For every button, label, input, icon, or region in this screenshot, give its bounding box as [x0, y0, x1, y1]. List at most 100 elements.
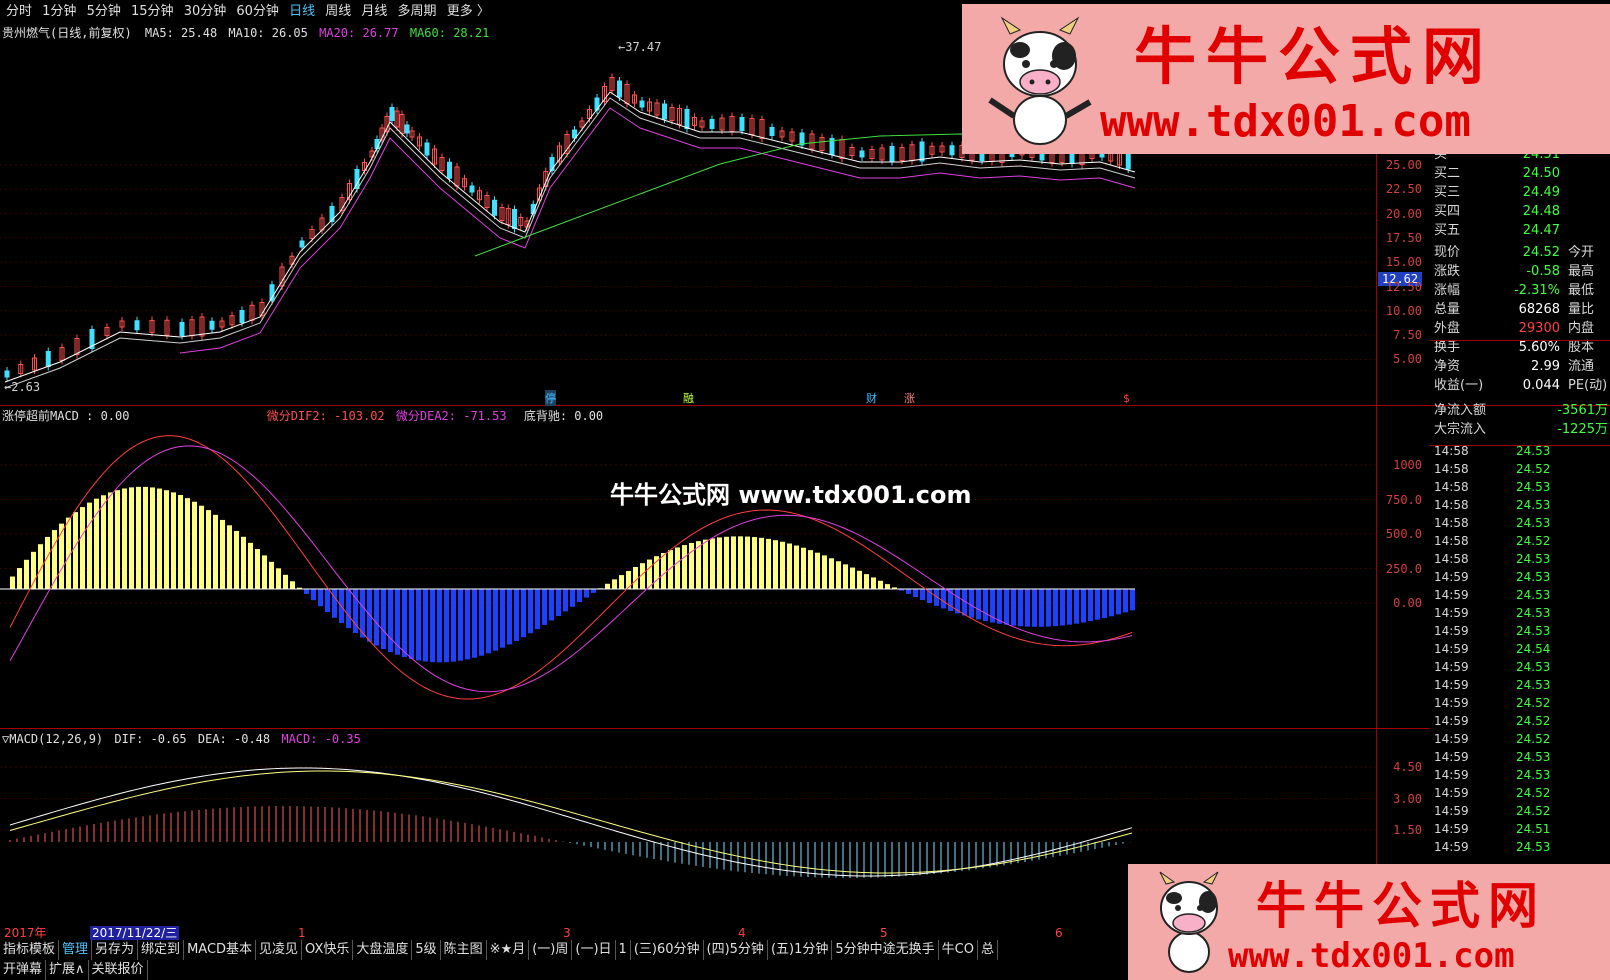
y-tick-label: 7.50	[1393, 328, 1422, 343]
hist-bar	[822, 555, 827, 589]
tick-time: 14:59	[1434, 624, 1469, 638]
hist-bar	[402, 589, 407, 658]
marker-margin[interactable]: 融	[683, 390, 694, 406]
hist-bar	[780, 541, 785, 589]
period-5min[interactable]: 5分钟	[87, 4, 121, 19]
stat-right-label: PE(动)	[1568, 378, 1608, 393]
hist-bar	[381, 589, 386, 650]
tmpl-item[interactable]: 总	[978, 940, 998, 960]
panel3-dif-label: DIF: -0.65	[114, 732, 187, 746]
tick-row: 14:59 24.52	[1430, 694, 1610, 712]
hist-bar	[885, 584, 890, 589]
ad-banner-top[interactable]: 牛牛公式网 www.tdx001.com	[962, 4, 1610, 154]
hist-bar	[745, 536, 750, 589]
tmpl-item[interactable]: 1	[616, 940, 631, 960]
y-tick-label: 5.00	[1393, 352, 1422, 367]
tmpl-item[interactable]: (一)日	[572, 940, 616, 960]
hist-bar	[458, 589, 463, 661]
panel2-dea-label: 微分DEA2: -71.53	[395, 409, 507, 423]
tick-row: 14:59 24.54	[1430, 640, 1610, 658]
danmaku-btn[interactable]: 开弹幕	[0, 960, 47, 980]
tmpl-item[interactable]: ※★月	[487, 940, 530, 960]
period-15min[interactable]: 15分钟	[131, 4, 174, 19]
bottom-toolbar: 开弹幕 扩展∧ 关联报价	[0, 960, 1130, 980]
tick-row: 14:58 24.53	[1430, 442, 1610, 460]
tmpl-item[interactable]: (一)周	[529, 940, 573, 960]
tmpl-item[interactable]: OX快乐	[302, 940, 354, 960]
marker-limit-up[interactable]: 涨	[904, 390, 915, 406]
tmpl-item[interactable]: MACD基本	[184, 940, 257, 960]
ad-banner-bottom[interactable]: 牛牛公式网 www.tdx001.com	[1128, 864, 1610, 980]
hist-bar	[815, 552, 820, 589]
period-monthly[interactable]: 月线	[361, 4, 387, 19]
ad-url: www.tdx001.com	[1228, 936, 1515, 976]
tick-price: 24.53	[1516, 768, 1551, 782]
panel2-header: 涨停超前MACD : 0.00 微分DIF2: -103.02 微分DEA2: …	[2, 407, 603, 425]
tmpl-item[interactable]: 牛CO	[939, 940, 978, 960]
panel3-header: ▽MACD(12,26,9) DIF: -0.65 DEA: -0.48 MAC…	[2, 730, 361, 748]
tick-row: 14:59 24.53	[1430, 838, 1610, 856]
hist-bar	[80, 507, 85, 589]
tick-time: 14:58	[1434, 444, 1469, 458]
candle-body	[709, 119, 715, 129]
tick-time: 14:59	[1434, 804, 1469, 818]
period-daily[interactable]: 日线	[289, 4, 315, 19]
period-weekly[interactable]: 周线	[325, 4, 351, 19]
bid-row: 买五 24.47	[1430, 221, 1610, 240]
marker-finance[interactable]: 财	[866, 390, 877, 406]
bind-btn[interactable]: 绑定到	[138, 940, 185, 960]
hist-bar	[290, 581, 295, 589]
cow-mascot-icon	[1159, 871, 1219, 973]
manage-btn[interactable]: 管理	[59, 940, 93, 960]
hist-bar	[430, 589, 435, 663]
period-1min[interactable]: 1分钟	[42, 4, 76, 19]
hist-bar	[486, 589, 491, 654]
tick-row: 14:59 24.53	[1430, 658, 1610, 676]
hist-bar	[878, 580, 883, 589]
extend-btn[interactable]: 扩展∧	[46, 960, 89, 980]
tmpl-item[interactable]: (三)60分钟	[631, 940, 704, 960]
tmpl-item[interactable]: 5级	[412, 940, 441, 960]
hist-bar	[220, 519, 225, 589]
period-multi[interactable]: 多周期	[398, 4, 437, 19]
candle-body	[134, 320, 140, 331]
tmpl-item[interactable]: 见凌见	[256, 940, 303, 960]
tick-price: 24.51	[1516, 822, 1551, 836]
stat-label: 现价	[1434, 245, 1461, 260]
related-quote-btn[interactable]: 关联报价	[89, 960, 148, 980]
tick-row: 14:59 24.52	[1430, 784, 1610, 802]
saveas-btn[interactable]: 另存为	[92, 940, 139, 960]
hist-bar	[976, 589, 981, 620]
tmpl-item[interactable]: 大盘温度	[353, 940, 413, 960]
tick-row: 14:58 24.53	[1430, 550, 1610, 568]
hist-bar	[871, 577, 876, 589]
template-btn[interactable]: 指标模板	[0, 940, 60, 960]
hist-bar	[45, 536, 50, 589]
candle-body	[949, 145, 955, 156]
tick-price: 24.53	[1516, 516, 1551, 530]
stat-row: 净资 2.99 流通	[1430, 357, 1610, 376]
y-tick-label: 0.00	[1393, 596, 1422, 610]
tick-row: 14:58 24.52	[1430, 460, 1610, 478]
period-more[interactable]: 更多 〉	[447, 4, 490, 19]
marker-dollar[interactable]: $	[1123, 392, 1130, 405]
hist-bar	[563, 589, 568, 612]
tmpl-item[interactable]: 5分钟中途无换手	[832, 940, 939, 960]
bid-label: 买二	[1434, 166, 1461, 181]
hist-bar	[857, 570, 862, 589]
tick-time: 14:59	[1434, 714, 1469, 728]
ad-url: www.tdx001.com	[1100, 96, 1471, 147]
marker-halt[interactable]: 停	[545, 390, 556, 406]
hist-bar	[24, 559, 29, 589]
tmpl-item[interactable]: (四)5分钟	[704, 940, 768, 960]
tmpl-item[interactable]: 陈主图	[441, 940, 487, 960]
hist-bar	[444, 589, 449, 663]
tick-row: 14:59 24.53	[1430, 676, 1610, 694]
tick-row: 14:59 24.53	[1430, 586, 1610, 604]
period-minute[interactable]: 分时	[6, 4, 32, 19]
period-60min[interactable]: 60分钟	[236, 4, 279, 19]
tmpl-item[interactable]: (五)1分钟	[768, 940, 833, 960]
hist-bar	[409, 589, 414, 659]
candle-body	[179, 322, 185, 336]
period-30min[interactable]: 30分钟	[184, 4, 227, 19]
